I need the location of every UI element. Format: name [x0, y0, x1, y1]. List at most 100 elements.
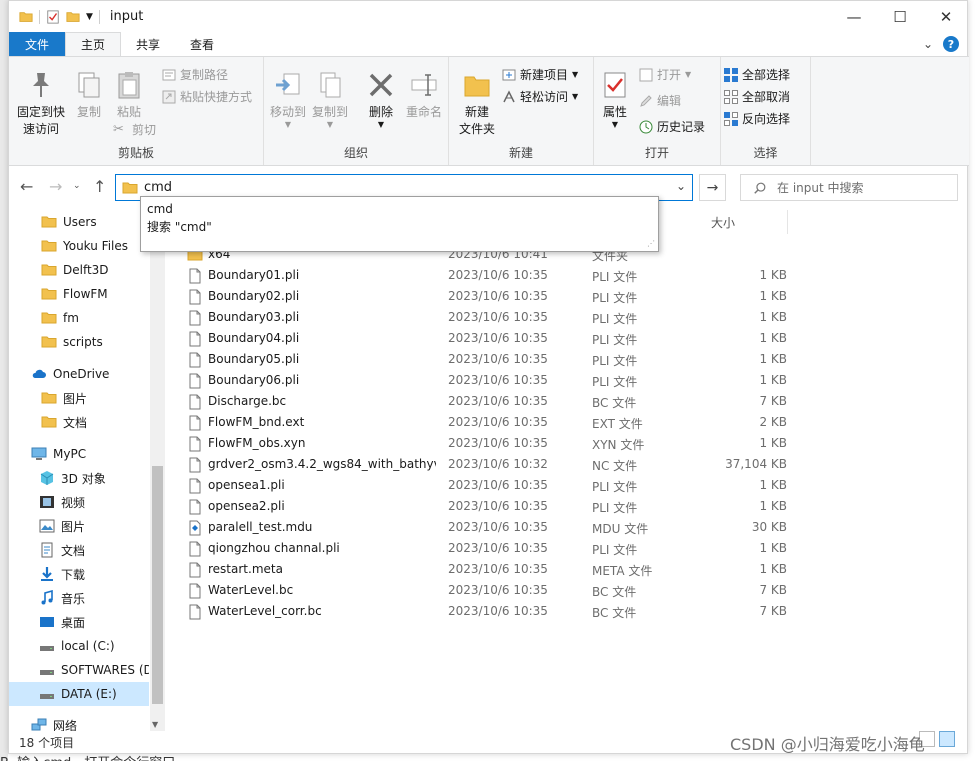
up-arrow-icon[interactable]: ↑	[93, 177, 106, 196]
nav-item[interactable]: FlowFM	[9, 282, 149, 306]
search-box[interactable]: 在 input 中搜索	[740, 174, 958, 201]
easy-access-icon	[503, 89, 515, 102]
copy-to-button[interactable]: 复制到 ▼	[310, 69, 350, 129]
nav-scrollbar[interactable]: ▲ ▼	[150, 210, 165, 731]
invert-selection-button[interactable]: 反向选择	[723, 110, 790, 127]
file-row[interactable]: Boundary02.pli 2023/10/6 10:35 PLI 文件 1 KB	[187, 286, 807, 307]
nav-item[interactable]: MyPC	[9, 442, 149, 466]
properties-checkmark-icon[interactable]	[46, 9, 60, 24]
tab-share[interactable]: 共享	[121, 32, 175, 56]
tab-view[interactable]: 查看	[175, 32, 229, 56]
file-date: 2023/10/6 10:35	[448, 436, 548, 450]
forward-arrow-icon[interactable]: →	[49, 177, 62, 196]
easy-access-button[interactable]: 轻松访问 ▼	[501, 88, 578, 105]
file-row[interactable]: WaterLevel.bc 2023/10/6 10:35 BC 文件 7 KB	[187, 580, 807, 601]
search-icon	[754, 182, 766, 194]
nav-item[interactable]: 网络	[9, 713, 149, 731]
close-button[interactable]: ✕	[923, 1, 969, 32]
delete-button[interactable]: 删除 ▼	[364, 69, 398, 129]
nav-item[interactable]: 下载	[9, 562, 149, 586]
file-type: META 文件	[592, 564, 653, 578]
nav-item[interactable]: 音乐	[9, 586, 149, 610]
recent-locations-chevron-icon[interactable]: ⌄	[73, 181, 81, 191]
select-all-button[interactable]: 全部选择	[723, 66, 790, 83]
copy-button[interactable]: 复制	[71, 69, 107, 121]
large-icons-view-icon[interactable]	[939, 731, 955, 747]
file-row[interactable]: opensea1.pli 2023/10/6 10:35 PLI 文件 1 KB	[187, 475, 807, 496]
nav-item[interactable]: 文档	[9, 410, 149, 434]
nav-item[interactable]: local (C:)	[9, 634, 149, 658]
file-row[interactable]: Boundary04.pli 2023/10/6 10:35 PLI 文件 1 KB	[187, 328, 807, 349]
file-row[interactable]: FlowFM_bnd.ext 2023/10/6 10:35 EXT 文件 2 KB	[187, 412, 807, 433]
file-icon	[187, 436, 203, 452]
go-arrow-icon[interactable]: →	[699, 174, 726, 201]
nav-item[interactable]: 图片	[9, 514, 149, 538]
suggestion-item[interactable]: cmd	[147, 200, 652, 218]
new-folder-icon[interactable]	[66, 10, 80, 24]
file-type: PLI 文件	[592, 501, 638, 515]
suggestion-item[interactable]: 搜索 "cmd"	[147, 218, 652, 236]
nav-item[interactable]: scripts	[9, 330, 149, 354]
drive-icon	[39, 662, 55, 678]
open-group-label: 打开	[644, 146, 669, 160]
select-none-button[interactable]: 全部取消	[723, 88, 790, 105]
scrollbar-thumb[interactable]	[152, 466, 163, 704]
file-row[interactable]: Boundary05.pli 2023/10/6 10:35 PLI 文件 1 KB	[187, 349, 807, 370]
cut-button[interactable]: ✂ 剪切	[113, 121, 156, 138]
column-header-size[interactable]: 大小	[711, 214, 735, 234]
nav-item[interactable]: 视频	[9, 490, 149, 514]
open-button[interactable]: 打开 ▼	[638, 66, 691, 83]
nav-item[interactable]: DATA (E:)	[9, 682, 149, 706]
resize-grip-icon[interactable]: ⋰	[647, 239, 655, 248]
move-to-button[interactable]: 移动到 ▼	[268, 69, 308, 129]
file-name: restart.meta	[208, 562, 283, 576]
properties-button[interactable]: 属性 ▼	[598, 69, 632, 129]
paste-shortcut-button[interactable]: 粘贴快捷方式	[161, 88, 252, 105]
customize-toolbar-dropdown-icon[interactable]: ▼	[86, 12, 93, 22]
back-arrow-icon[interactable]: ←	[20, 177, 33, 196]
file-row[interactable]: WaterLevel_corr.bc 2023/10/6 10:35 BC 文件 7 …	[187, 601, 807, 622]
file-row[interactable]: Discharge.bc 2023/10/6 10:35 BC 文件 7 KB	[187, 391, 807, 412]
file-row[interactable]: restart.meta 2023/10/6 10:35 META 文件 1 KB	[187, 559, 807, 580]
nav-item[interactable]: 图片	[9, 386, 149, 410]
file-type: EXT 文件	[592, 417, 643, 431]
tab-home[interactable]: 主页	[65, 32, 122, 56]
nav-item[interactable]: OneDrive	[9, 362, 149, 386]
nav-item[interactable]: Youku Files	[9, 234, 149, 258]
file-row[interactable]: FlowFM_obs.xyn 2023/10/6 10:35 XYN 文件 1 KB	[187, 433, 807, 454]
history-button[interactable]: 历史记录	[638, 118, 705, 135]
file-date: 2023/10/6 10:35	[448, 604, 548, 618]
edit-button[interactable]: 编辑	[638, 92, 681, 109]
nav-item[interactable]: 3D 对象	[9, 466, 149, 490]
nav-item[interactable]: fm	[9, 306, 149, 330]
nav-item[interactable]: Users	[9, 210, 149, 234]
nav-item[interactable]: Delft3D	[9, 258, 149, 282]
file-row[interactable]: qiongzhou channal.pli 2023/10/6 10:35 PLI …	[187, 538, 807, 559]
minimize-button[interactable]: —	[831, 1, 877, 32]
help-icon[interactable]: ?	[943, 36, 959, 52]
file-row[interactable]: Boundary01.pli 2023/10/6 10:35 PLI 文件 1 KB	[187, 265, 807, 286]
file-row[interactable]: grdver2_osm3.4.2_wgs84_with_bathyv... 202…	[187, 454, 807, 475]
nav-item[interactable]: SOFTWARES (D:	[9, 658, 149, 682]
copy-path-button[interactable]: 复制路径	[161, 66, 228, 83]
new-item-button[interactable]: 新建项目 ▼	[501, 66, 578, 83]
address-input[interactable]: cmd	[144, 180, 172, 195]
expand-ribbon-chevron-icon[interactable]: ⌄	[923, 37, 933, 51]
nav-item[interactable]: 文档	[9, 538, 149, 562]
rename-button[interactable]: 重命名	[402, 69, 446, 121]
new-folder-button[interactable]: 新建 文件夹	[455, 69, 499, 138]
file-size: 1 KB	[759, 268, 787, 282]
nav-item[interactable]: 桌面	[9, 610, 149, 634]
address-dropdown-chevron-icon[interactable]: ⌄	[676, 179, 686, 193]
file-row[interactable]: paralell_test.mdu 2023/10/6 10:35 MDU 文件 30…	[187, 517, 807, 538]
maximize-button[interactable]: ☐	[877, 1, 923, 32]
file-row[interactable]: opensea2.pli 2023/10/6 10:35 PLI 文件 1 KB	[187, 496, 807, 517]
paste-button[interactable]: 粘贴	[111, 69, 147, 121]
file-row[interactable]: Boundary06.pli 2023/10/6 10:35 PLI 文件 1 KB	[187, 370, 807, 391]
scroll-down-icon[interactable]: ▼	[152, 720, 158, 729]
file-row[interactable]: Boundary03.pli 2023/10/6 10:35 PLI 文件 1 KB	[187, 307, 807, 328]
document-icon	[39, 542, 55, 558]
move-to-label: 移动到	[269, 105, 306, 119]
tab-file[interactable]: 文件	[9, 32, 65, 56]
pin-quick-access-button[interactable]: 固定到快 速访问	[15, 69, 67, 138]
